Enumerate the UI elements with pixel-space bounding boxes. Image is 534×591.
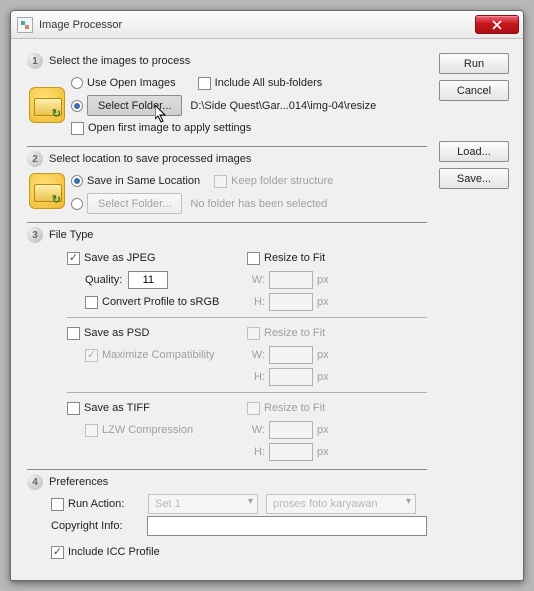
select-dest-folder-button: Select Folder... xyxy=(87,193,182,214)
select-source-folder-button[interactable]: Select Folder... xyxy=(87,95,182,116)
select-dest-folder-radio[interactable] xyxy=(71,198,83,210)
section-2-title: Select location to save processed images xyxy=(49,153,251,165)
psd-h-label: H: xyxy=(247,371,265,383)
px-label-6: px xyxy=(317,446,335,458)
convert-srgb-checkbox[interactable] xyxy=(85,296,98,309)
action-set-select: Set 1 xyxy=(148,494,258,514)
select-folder-radio[interactable] xyxy=(71,100,83,112)
quality-input[interactable] xyxy=(128,271,168,289)
tiff-h-label: H: xyxy=(247,446,265,458)
quality-label: Quality: xyxy=(85,274,122,286)
jpeg-resize-checkbox[interactable] xyxy=(247,252,260,265)
step-badge-2: 2 xyxy=(27,151,43,167)
cancel-button[interactable]: Cancel xyxy=(439,80,509,101)
side-buttons: Run Cancel Load... Save... xyxy=(431,53,507,566)
save-jpeg-label: Save as JPEG xyxy=(84,252,156,264)
tiff-resize-label: Resize to Fit xyxy=(264,402,325,414)
save-tiff-label: Save as TIFF xyxy=(84,402,150,414)
section-3-title: File Type xyxy=(49,229,93,241)
section-1-title: Select the images to process xyxy=(49,55,190,67)
run-action-checkbox[interactable] xyxy=(51,498,64,511)
copyright-info-label: Copyright Info: xyxy=(51,520,147,532)
keep-folder-structure-label: Keep folder structure xyxy=(231,175,333,187)
save-same-location-radio[interactable] xyxy=(71,175,83,187)
use-open-images-label: Use Open Images xyxy=(87,77,176,89)
close-button[interactable] xyxy=(475,15,519,34)
step-badge-1: 1 xyxy=(27,53,43,69)
save-psd-checkbox[interactable] xyxy=(67,327,80,340)
tiff-height-input xyxy=(269,443,313,461)
keep-folder-structure-checkbox xyxy=(214,175,227,188)
copyright-info-input[interactable] xyxy=(147,516,427,536)
run-action-label: Run Action: xyxy=(68,498,148,510)
section-select-images: 1 Select the images to process Use Open … xyxy=(27,53,427,147)
px-label-4: px xyxy=(317,371,335,383)
step-badge-3: 3 xyxy=(27,227,43,243)
window-title: Image Processor xyxy=(39,19,475,31)
psd-width-input xyxy=(269,346,313,364)
open-first-image-label: Open first image to apply settings xyxy=(88,122,251,134)
max-compat-checkbox xyxy=(85,349,98,362)
source-folder-path: D:\Side Quest\Gar...014\img-04\resize xyxy=(190,100,376,112)
save-tiff-checkbox[interactable] xyxy=(67,402,80,415)
jpeg-width-input xyxy=(269,271,313,289)
psd-resize-checkbox xyxy=(247,327,260,340)
jpeg-resize-label: Resize to Fit xyxy=(264,252,325,264)
run-button[interactable]: Run xyxy=(439,53,509,74)
folder-source-icon xyxy=(29,87,65,123)
close-icon xyxy=(492,20,502,30)
folder-dest-icon xyxy=(29,173,65,209)
tiff-w-label: W: xyxy=(247,424,265,436)
include-icc-checkbox[interactable] xyxy=(51,546,64,559)
psd-height-input xyxy=(269,368,313,386)
convert-srgb-label: Convert Profile to sRGB xyxy=(102,296,219,308)
save-psd-label: Save as PSD xyxy=(84,327,149,339)
app-icon xyxy=(17,17,33,33)
open-first-image-checkbox[interactable] xyxy=(71,122,84,135)
px-label-2: px xyxy=(317,296,335,308)
use-open-images-radio[interactable] xyxy=(71,77,83,89)
px-label: px xyxy=(317,274,335,286)
include-subfolders-label: Include All sub-folders xyxy=(215,77,323,89)
section-file-type: 3 File Type Save as JPEG Resize to Fit xyxy=(27,227,427,470)
psd-resize-label: Resize to Fit xyxy=(264,327,325,339)
include-subfolders-checkbox[interactable] xyxy=(198,77,211,90)
tiff-width-input xyxy=(269,421,313,439)
no-folder-label: No folder has been selected xyxy=(190,198,327,210)
include-icc-label: Include ICC Profile xyxy=(68,546,160,558)
lzw-checkbox xyxy=(85,424,98,437)
jpeg-h-label: H: xyxy=(247,296,265,308)
save-jpeg-checkbox[interactable] xyxy=(67,252,80,265)
lzw-label: LZW Compression xyxy=(102,424,193,436)
max-compat-label: Maximize Compatibility xyxy=(102,349,214,361)
section-preferences: 4 Preferences Run Action: Set 1 proses f… xyxy=(27,474,427,562)
psd-w-label: W: xyxy=(247,349,265,361)
section-4-title: Preferences xyxy=(49,476,108,488)
save-same-location-label: Save in Same Location xyxy=(87,175,200,187)
jpeg-height-input xyxy=(269,293,313,311)
save-button[interactable]: Save... xyxy=(439,168,509,189)
image-processor-window: Image Processor 1 Select the images to p… xyxy=(10,10,524,581)
jpeg-w-label: W: xyxy=(247,274,265,286)
tiff-resize-checkbox xyxy=(247,402,260,415)
action-name-select: proses foto karyawan xyxy=(266,494,416,514)
load-button[interactable]: Load... xyxy=(439,141,509,162)
px-label-5: px xyxy=(317,424,335,436)
step-badge-4: 4 xyxy=(27,474,43,490)
px-label-3: px xyxy=(317,349,335,361)
titlebar[interactable]: Image Processor xyxy=(11,11,523,39)
section-save-location: 2 Select location to save processed imag… xyxy=(27,151,427,223)
